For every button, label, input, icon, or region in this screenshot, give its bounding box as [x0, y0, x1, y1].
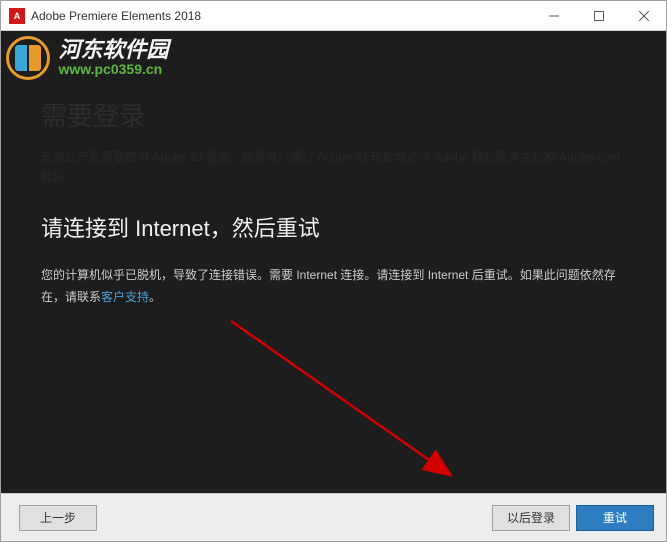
close-button[interactable]	[621, 1, 666, 30]
titlebar: A Adobe Premiere Elements 2018	[1, 1, 666, 31]
support-link[interactable]: 客户支持	[101, 290, 149, 304]
app-window: A Adobe Premiere Elements 2018 需要登录 安装此产…	[0, 0, 667, 542]
error-message: 您的计算机似乎已脱机，导致了连接错误。需要 Internet 连接。请连接到 I…	[41, 265, 626, 308]
window-controls	[531, 1, 666, 30]
error-heading: 请连接到 Internet，然后重试	[41, 211, 626, 243]
minimize-button[interactable]	[531, 1, 576, 30]
maximize-button[interactable]	[576, 1, 621, 30]
sign-in-later-button[interactable]: 以后登录	[492, 505, 570, 531]
footer-bar: 上一步 以后登录 重试	[1, 493, 666, 541]
content-area: 需要登录 安装此产品需要您用 Adobe ID 登录。登录可以通过 Adobe …	[1, 31, 666, 493]
window-title: Adobe Premiere Elements 2018	[31, 9, 531, 23]
back-button[interactable]: 上一步	[19, 505, 97, 531]
retry-button[interactable]: 重试	[576, 505, 654, 531]
error-overlay: 请连接到 Internet，然后重试 您的计算机似乎已脱机，导致了连接错误。需要…	[1, 31, 666, 493]
error-text-suffix: 。	[149, 290, 161, 304]
adobe-app-icon: A	[9, 8, 25, 24]
